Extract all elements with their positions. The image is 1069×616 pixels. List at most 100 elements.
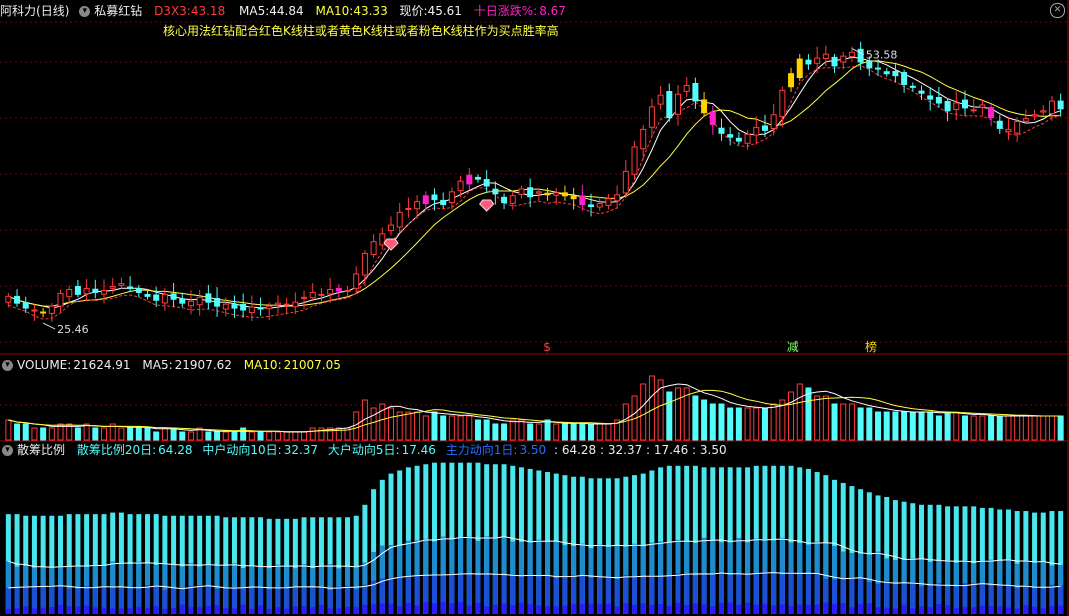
candle-body [570,195,577,200]
candle-body [92,288,99,293]
candle-body [840,55,847,63]
chip-bar-main [440,601,446,614]
volume-bar [353,411,360,441]
volume-bar [727,407,734,441]
chip-bar-main [1023,605,1029,614]
chip-bar-main [1049,606,1055,614]
chip-bar-main [849,607,855,614]
chip-bar-main [571,604,577,614]
volume-bar [527,423,534,441]
volume-bar [40,427,47,441]
candle-body [101,289,108,295]
candle-body [492,188,499,195]
chip-bar-main [971,607,977,614]
volume-bar [822,395,829,441]
volume-bar [474,419,481,441]
candle-body [127,286,134,290]
volume-bar [405,411,412,441]
chip-bar-main [510,604,516,614]
grid-lines [0,0,1069,616]
chip-bar-main [66,606,72,614]
chip-bar-main [614,606,620,614]
chip-bar-main [710,606,716,614]
candle-body [48,305,55,314]
chip-bar-main [597,603,603,614]
chip-bar-main [997,606,1003,614]
chip-bar-main [501,603,507,614]
candle-body [474,176,481,180]
volume-bars[interactable] [5,375,1064,441]
candle-body [1005,128,1012,133]
volume-bar [935,415,942,441]
chip-bar-main [353,607,359,614]
volume-bar [866,407,873,441]
signal-marker-rank: 榜 [865,339,877,354]
chip-bar-main [727,602,733,614]
candle-body [735,137,742,142]
chip-bar-main [58,604,64,614]
candles[interactable] [5,41,1064,322]
candle-body [640,128,647,150]
volume-bar [648,375,655,441]
candle-body [883,71,890,75]
candle-body [622,170,629,194]
chip-bar-main [101,607,107,614]
chip-bar-main [423,602,429,614]
volume-bar [718,403,725,441]
candle-body [953,102,960,111]
chip-bar-main [397,606,403,614]
candle-body [814,57,821,64]
candle-body [988,107,995,119]
volume-bar [101,427,108,441]
volume-bar [248,431,255,441]
volume-bar [127,427,134,441]
candle-body [579,195,586,206]
chip-bar-main [1058,605,1064,614]
volume-bar [1057,415,1064,441]
volume-bar [466,415,473,441]
high-price-label: 53.58 [866,49,898,62]
volume-bar [918,411,925,441]
chip-bar-main [31,608,37,614]
chip-bar-main [527,604,533,614]
volume-bar [48,427,55,441]
candle-body [466,174,473,185]
volume-bar [292,431,299,441]
volume-bar [231,431,238,441]
chip-bar-main [788,605,794,614]
chip-bar-main [988,606,994,614]
red-diamond-icon [383,238,399,251]
candle-body [248,306,255,313]
candle-body [753,126,760,136]
volume-bar [961,415,968,441]
ma-lines [8,56,1061,320]
chip-bar-main [779,604,785,614]
volume-bar [1005,415,1012,441]
chip-bar-main [110,608,116,614]
volume-bar [761,407,768,441]
chip-bar-main [336,608,342,614]
chip-bars[interactable] [5,462,1064,614]
chip-bar-main [240,604,246,614]
chip-bar-main [718,603,724,614]
candle-body [927,95,934,100]
volume-bar [483,419,490,441]
chip-bar-main [75,606,81,614]
candle-body [222,303,229,310]
chip-bar-main [362,604,368,614]
volume-bar [370,407,377,441]
chip-bar-main [745,602,751,614]
chip-bar-main [466,605,472,614]
candle-body [74,286,81,295]
chip-bar-main [327,608,333,614]
candle-body [822,53,829,60]
chip-bar-main [910,608,916,614]
candle-body [666,91,673,119]
chip-bar-main [414,605,420,614]
volume-bar [492,423,499,441]
chip-bar-main [588,603,594,614]
chip-bar-main [475,602,481,614]
ma5-line [8,56,1061,309]
candle-body [83,288,90,295]
chip-bar-main [1032,606,1038,614]
